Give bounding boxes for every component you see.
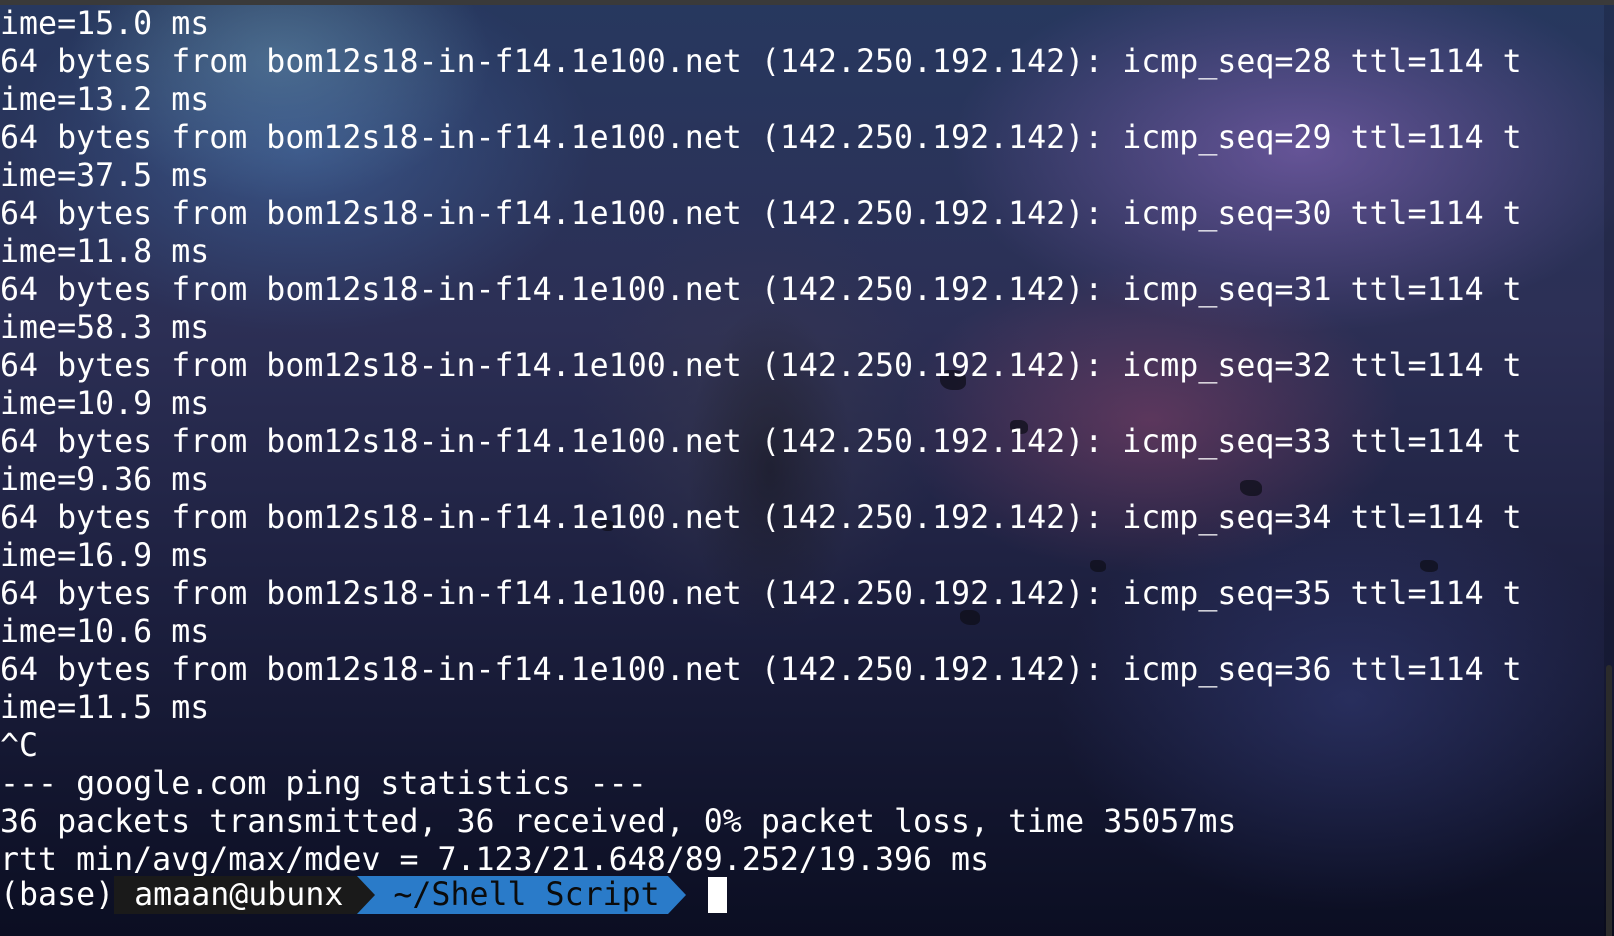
terminal-line: ^C [0, 728, 39, 764]
shell-prompt[interactable]: (base) amaan@ubunx ~/Shell Script [0, 876, 727, 914]
terminal-line: ime=9.36 ms [0, 462, 210, 498]
terminal-line: ime=11.8 ms [0, 234, 210, 270]
prompt-conda-env: (base) [0, 877, 115, 913]
powerline-arrow-icon [357, 876, 376, 914]
terminal-line: ime=16.9 ms [0, 538, 210, 574]
terminal-line: 36 packets transmitted, 36 received, 0% … [0, 804, 1237, 840]
scrollbar[interactable] [1604, 5, 1614, 936]
terminal-line: ime=11.5 ms [0, 690, 210, 726]
terminal-line: --- google.com ping statistics --- [0, 766, 647, 802]
terminal-line: 64 bytes from bom12s18-in-f14.1e100.net … [0, 348, 1522, 384]
terminal-line: 64 bytes from bom12s18-in-f14.1e100.net … [0, 652, 1522, 688]
terminal-output: ime=15.0 ms 64 bytes from bom12s18-in-f14… [0, 5, 1522, 879]
scrollbar-thumb[interactable] [1606, 665, 1612, 936]
terminal-line: ime=15.0 ms [0, 6, 210, 42]
terminal-line: 64 bytes from bom12s18-in-f14.1e100.net … [0, 120, 1522, 156]
terminal-window[interactable]: ime=15.0 ms 64 bytes from bom12s18-in-f14… [0, 0, 1614, 936]
terminal-line: rtt min/avg/max/mdev = 7.123/21.648/89.2… [0, 842, 990, 878]
terminal-line: 64 bytes from bom12s18-in-f14.1e100.net … [0, 500, 1522, 536]
powerline-arrow-icon [667, 876, 686, 914]
terminal-line: ime=58.3 ms [0, 310, 210, 346]
terminal-line: ime=37.5 ms [0, 158, 210, 194]
terminal-line: ime=10.6 ms [0, 614, 210, 650]
prompt-current-path: ~/Shell Script [375, 876, 668, 914]
terminal-line: 64 bytes from bom12s18-in-f14.1e100.net … [0, 272, 1522, 308]
terminal-line: ime=13.2 ms [0, 82, 210, 118]
terminal-line: 64 bytes from bom12s18-in-f14.1e100.net … [0, 424, 1522, 460]
prompt-user-host: amaan@ubunx [114, 876, 358, 914]
terminal-line: 64 bytes from bom12s18-in-f14.1e100.net … [0, 576, 1522, 612]
text-cursor [707, 877, 727, 913]
terminal-line: 64 bytes from bom12s18-in-f14.1e100.net … [0, 44, 1522, 80]
terminal-line: ime=10.9 ms [0, 386, 210, 422]
terminal-line: 64 bytes from bom12s18-in-f14.1e100.net … [0, 196, 1522, 232]
